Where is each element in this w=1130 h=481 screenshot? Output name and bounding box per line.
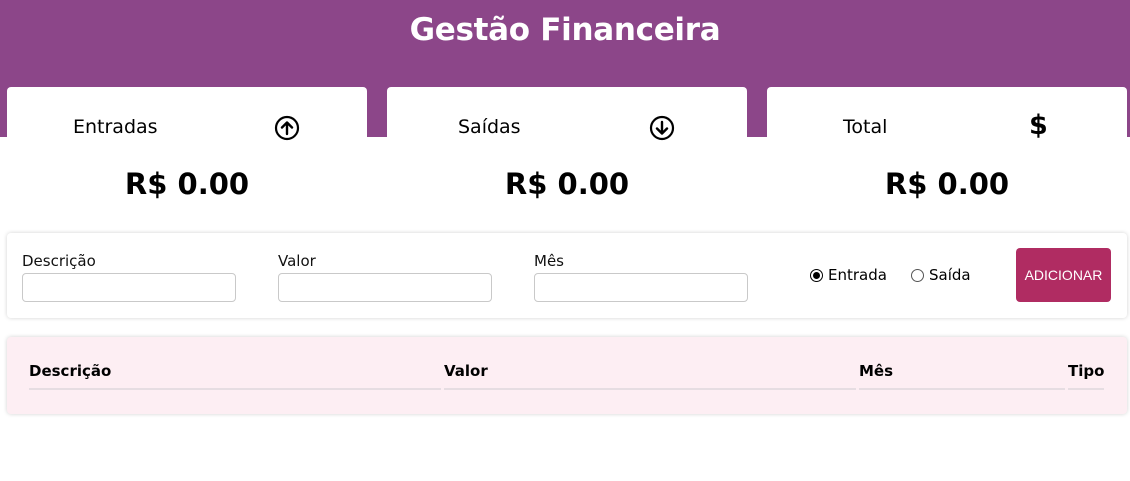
month-label: Mês bbox=[534, 252, 564, 270]
transactions-table: Descrição Valor Mês Tipo bbox=[7, 337, 1127, 414]
income-value: R$ 0.00 bbox=[124, 167, 250, 201]
income-card: Entradas R$ 0.00 bbox=[7, 87, 367, 212]
radio-saida-label[interactable]: Saída bbox=[929, 266, 971, 284]
column-header-description: Descrição bbox=[29, 362, 112, 380]
header-divider bbox=[444, 388, 856, 390]
column-header-type: Tipo bbox=[1068, 362, 1105, 380]
description-input[interactable] bbox=[22, 273, 236, 302]
radio-saida[interactable] bbox=[911, 269, 924, 282]
transaction-form: Descrição Valor Mês Entrada Saída ADICIO… bbox=[7, 233, 1127, 318]
radio-entrada-label[interactable]: Entrada bbox=[828, 266, 887, 284]
total-value: R$ 0.00 bbox=[884, 167, 1010, 201]
income-label: Entradas bbox=[73, 116, 158, 138]
header-divider bbox=[859, 388, 1065, 390]
expense-value: R$ 0.00 bbox=[504, 167, 630, 201]
add-button[interactable]: ADICIONAR bbox=[1016, 248, 1111, 302]
radio-option-saida[interactable]: Saída bbox=[911, 266, 986, 286]
expense-card: Saídas R$ 0.00 bbox=[387, 87, 747, 212]
app-title: Gestão Financeira bbox=[409, 12, 721, 48]
column-header-month: Mês bbox=[859, 362, 894, 380]
amount-input[interactable] bbox=[278, 273, 492, 302]
radio-entrada[interactable] bbox=[810, 269, 823, 282]
total-label: Total bbox=[843, 116, 888, 138]
month-input[interactable] bbox=[534, 273, 748, 302]
dollar-icon: $ bbox=[1029, 110, 1048, 141]
radio-option-entrada[interactable]: Entrada bbox=[810, 266, 900, 286]
amount-label: Valor bbox=[278, 252, 316, 270]
header-divider bbox=[29, 388, 441, 390]
arrow-down-circle-icon bbox=[649, 115, 675, 141]
arrow-up-circle-icon bbox=[274, 115, 300, 141]
total-card: Total $ R$ 0.00 bbox=[767, 87, 1127, 212]
description-label: Descrição bbox=[22, 252, 96, 270]
header-divider bbox=[1068, 388, 1104, 390]
column-header-amount: Valor bbox=[444, 362, 488, 380]
expense-label: Saídas bbox=[458, 116, 521, 138]
